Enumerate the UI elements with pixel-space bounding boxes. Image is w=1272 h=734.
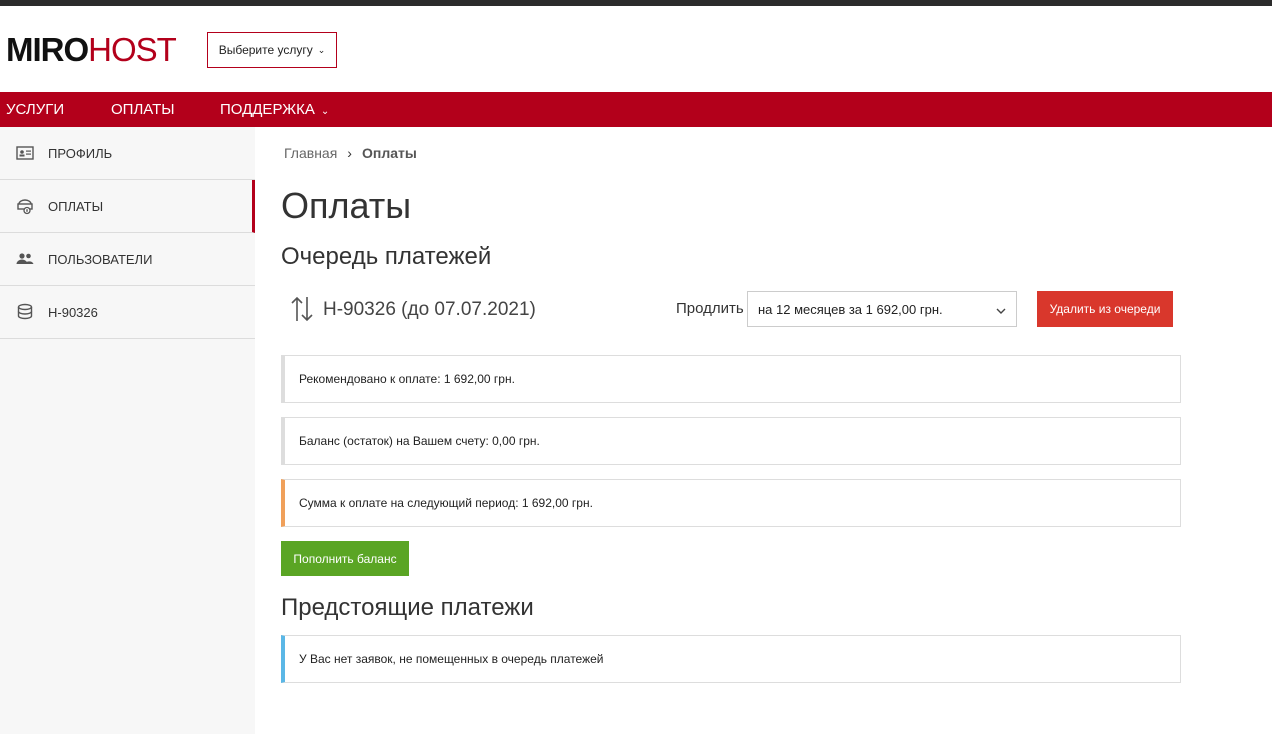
queue-item: H-90326 (до 07.07.2021) Продлить на 12 м… bbox=[281, 291, 1181, 331]
upcoming-section-title: Предстоящие платежи bbox=[281, 594, 534, 621]
queue-section-title: Очередь платежей bbox=[281, 243, 492, 270]
nav-item-label: УСЛУГИ bbox=[6, 101, 65, 118]
logo-part-host: HOST bbox=[88, 31, 177, 68]
next-period-sum-text: Сумма к оплате на следующий период: 1 69… bbox=[299, 496, 593, 510]
sidebar: ПРОФИЛЬ ОПЛАТЫ ПОЛЬЗОВАТЕЛИ H-90326 bbox=[0, 127, 255, 734]
users-icon bbox=[16, 250, 34, 268]
extend-label: Продлить bbox=[676, 300, 744, 317]
main-content: Главная › Оплаты Оплаты Очередь платежей… bbox=[255, 127, 1272, 734]
upcoming-empty-box: У Вас нет заявок, не помещенных в очеред… bbox=[281, 635, 1181, 683]
breadcrumb-current: Оплаты bbox=[361, 145, 417, 161]
sidebar-item-profile[interactable]: ПРОФИЛЬ bbox=[0, 127, 255, 180]
page-title: Оплаты bbox=[281, 185, 412, 226]
sidebar-item-users[interactable]: ПОЛЬЗОВАТЕЛИ bbox=[0, 233, 255, 286]
logo-part-miro: MIRO bbox=[6, 31, 89, 68]
chevron-down-icon: ⌄ bbox=[320, 106, 330, 117]
sidebar-item-hosting[interactable]: H-90326 bbox=[0, 286, 255, 339]
database-icon bbox=[16, 303, 34, 321]
topup-balance-button[interactable]: Пополнить баланс bbox=[281, 541, 409, 576]
recommended-payment-text: Рекомендовано к оплате: 1 692,00 грн. bbox=[299, 372, 515, 386]
period-select-value: на 12 месяцев за 1 692,00 грн. bbox=[758, 301, 943, 317]
breadcrumb: Главная › Оплаты bbox=[284, 145, 417, 161]
nav-item-payments[interactable]: ОПЛАТЫ bbox=[111, 92, 175, 127]
delete-from-queue-button[interactable]: Удалить из очереди bbox=[1037, 291, 1173, 327]
nav-item-label: ПОДДЕРЖКА bbox=[220, 101, 315, 118]
chevron-down-icon: ⌄ bbox=[317, 44, 326, 55]
service-select[interactable]: Выберите услугу ⌄ bbox=[207, 32, 337, 68]
sidebar-item-label: ПРОФИЛЬ bbox=[48, 145, 113, 161]
recommended-payment-box: Рекомендовано к оплате: 1 692,00 грн. bbox=[281, 355, 1181, 403]
balance-text: Баланс (остаток) на Вашем счету: 0,00 гр… bbox=[299, 434, 540, 448]
sidebar-item-label: H-90326 bbox=[48, 304, 98, 320]
next-period-sum-box: Сумма к оплате на следующий период: 1 69… bbox=[281, 479, 1181, 527]
main-nav: УСЛУГИ ОПЛАТЫ ПОДДЕРЖКА ⌄ bbox=[0, 92, 1272, 127]
header: MIROHOST Выберите услугу ⌄ bbox=[0, 6, 1272, 92]
service-select-label: Выберите услугу bbox=[218, 43, 313, 57]
sidebar-item-label: ОПЛАТЫ bbox=[48, 198, 104, 214]
nav-item-services[interactable]: УСЛУГИ bbox=[6, 92, 64, 127]
sidebar-item-label: ПОЛЬЗОВАТЕЛИ bbox=[48, 251, 153, 267]
queue-service-name: H-90326 (до 07.07.2021) bbox=[323, 299, 536, 320]
upcoming-empty-text: У Вас нет заявок, не помещенных в очеред… bbox=[299, 652, 604, 666]
chevron-right-icon: › bbox=[347, 145, 352, 161]
period-select[interactable]: на 12 месяцев за 1 692,00 грн. bbox=[747, 291, 1017, 327]
nav-item-support[interactable]: ПОДДЕРЖКА ⌄ bbox=[220, 92, 329, 127]
breadcrumb-home[interactable]: Главная bbox=[284, 145, 337, 161]
mirohost-logo[interactable]: MIROHOST bbox=[6, 31, 177, 68]
chevron-down-icon bbox=[996, 304, 1006, 314]
balance-box: Баланс (остаток) на Вашем счету: 0,00 гр… bbox=[281, 417, 1181, 465]
swap-arrows-icon bbox=[289, 295, 315, 323]
nav-item-label: ОПЛАТЫ bbox=[111, 101, 175, 118]
profile-card-icon bbox=[16, 144, 34, 162]
payments-icon bbox=[16, 197, 34, 215]
sidebar-item-payments[interactable]: ОПЛАТЫ bbox=[0, 180, 255, 233]
